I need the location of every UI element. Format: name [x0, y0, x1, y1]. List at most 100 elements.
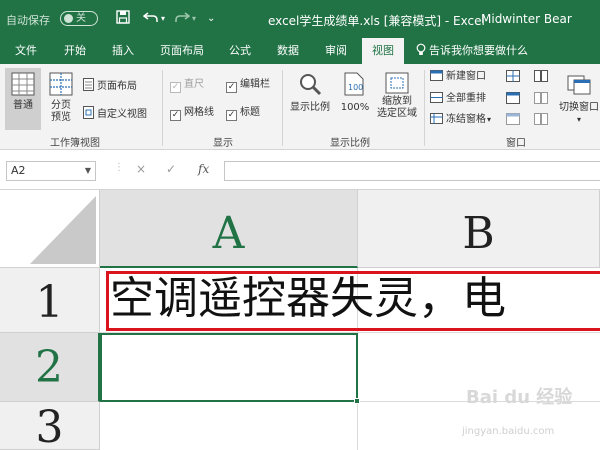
tab-home[interactable]: 开始: [55, 38, 95, 64]
headings-checkbox[interactable]: ✓ 标题: [226, 106, 260, 121]
new-window-label: 新建窗口: [446, 71, 486, 82]
new-window-button[interactable]: 新建窗口: [430, 70, 486, 84]
toggle-knob: [64, 14, 73, 23]
row-header-2[interactable]: 2: [0, 333, 100, 402]
cell-a2-selected[interactable]: [100, 333, 358, 402]
cancel-icon[interactable]: ×: [136, 162, 146, 176]
enter-icon[interactable]: ✓: [166, 162, 176, 176]
custom-views-button[interactable]: 自定义视图: [83, 106, 147, 120]
undo-icon[interactable]: [143, 10, 159, 28]
name-box-dropdown-icon[interactable]: ▼: [85, 162, 91, 180]
page-layout-view-button[interactable]: 页面布局: [83, 78, 137, 92]
select-all-button[interactable]: [0, 190, 100, 268]
autosave-toggle[interactable]: 关: [60, 11, 98, 26]
tab-page-layout[interactable]: 页面布局: [152, 38, 212, 64]
window-title: excel学生成绩单.xls [兼容模式] - Excel: [268, 14, 485, 28]
switch-windows-label: 切换窗口: [559, 102, 599, 113]
reset-position-icon[interactable]: [534, 113, 548, 125]
baidu-watermark: Bai du 经验: [466, 387, 573, 408]
view-side-by-side-icon[interactable]: [534, 70, 548, 82]
autosave-state: 关: [76, 13, 86, 24]
group-separator: [424, 70, 425, 146]
gridlines-checkbox[interactable]: ✓ 网格线: [170, 106, 214, 121]
tab-formulas[interactable]: 公式: [220, 38, 260, 64]
gridlines-label: 网格线: [184, 107, 214, 118]
headings-label: 标题: [240, 107, 260, 118]
title-bar: 自动保存 关 ▾ ▾ ⌄ excel学生成绩单.xls [兼容模式] - Exc…: [0, 0, 600, 38]
formula-bar: A2 ▼ ⋮ × ✓ fx: [0, 150, 600, 190]
arrange-all-icon: [430, 92, 443, 103]
column-header-a[interactable]: A: [100, 190, 358, 268]
zoom-button[interactable]: 显示比例: [287, 68, 333, 130]
group-separator: [162, 70, 163, 146]
custom-views-label: 自定义视图: [97, 109, 147, 120]
zoom-selection-icon: [385, 72, 409, 94]
tab-review[interactable]: 审阅: [316, 38, 356, 64]
watermark-url: jingyan.baidu.com: [462, 426, 555, 437]
column-header-b[interactable]: B: [358, 190, 600, 268]
switch-windows-icon: [567, 72, 591, 96]
zoom-to-selection-button[interactable]: 缩放到 选定区域: [373, 68, 421, 130]
page-layout-label: 页面布局: [97, 81, 137, 92]
ribbon-view: 普通 分页 预览 页面布局 自定义视图 工作簿视图 ✓ 直尺 ✓ 编辑栏 ✓ 网格线 …: [0, 64, 600, 150]
zoom-selection-label-2: 选定区域: [377, 108, 417, 119]
ruler-check-icon: ✓: [170, 82, 181, 93]
svg-text:100: 100: [348, 83, 363, 92]
page-break-label-1: 分页: [51, 100, 71, 111]
workbook-views-group-label: 工作簿视图: [50, 138, 100, 149]
tab-view[interactable]: 视图: [362, 38, 404, 64]
arrange-all-button[interactable]: 全部重排: [430, 92, 486, 106]
freeze-dropdown-icon: ▾: [487, 115, 492, 124]
formula-bar-checkbox[interactable]: ✓ 编辑栏: [226, 78, 270, 93]
sync-scroll-icon[interactable]: [534, 92, 548, 104]
headings-check-icon: ✓: [226, 110, 237, 121]
row-header-1[interactable]: 1: [0, 268, 100, 333]
lightbulb-icon: [416, 43, 426, 56]
undo-dropdown-icon[interactable]: ▾: [161, 10, 165, 28]
tab-data[interactable]: 数据: [268, 38, 308, 64]
tab-file[interactable]: 文件: [6, 38, 46, 64]
formula-input[interactable]: [224, 161, 600, 181]
zoom-100-icon: 100: [343, 72, 367, 96]
save-icon[interactable]: [116, 10, 130, 28]
freeze-panes-label: 冻结窗格: [446, 114, 486, 125]
tell-me-search[interactable]: 告诉我你想要做什么: [416, 38, 528, 64]
excel-window: 自动保存 关 ▾ ▾ ⌄ excel学生成绩单.xls [兼容模式] - Exc…: [0, 0, 600, 450]
hide-window-icon[interactable]: [506, 92, 520, 104]
user-name[interactable]: Midwinter Bear: [481, 12, 572, 26]
ribbon-tabs: 文件 开始 插入 页面布局 公式 数据 审阅 视图 告诉我你想要做什么: [0, 38, 600, 64]
gridlines-check-icon: ✓: [170, 110, 181, 121]
autosave-label: 自动保存: [6, 14, 50, 27]
ruler-checkbox[interactable]: ✓ 直尺: [170, 78, 204, 93]
freeze-panes-button[interactable]: 冻结窗格▾: [430, 113, 491, 127]
page-break-icon: [49, 72, 73, 96]
worksheet-grid: A B 1 2 3 空调遥控器失灵，电: [0, 190, 600, 450]
highlight-box: [106, 271, 600, 331]
redo-icon[interactable]: [174, 10, 190, 28]
tell-me-label: 告诉我你想要做什么: [429, 44, 528, 57]
customize-qat-icon[interactable]: ⌄: [207, 10, 215, 28]
normal-view-icon: [11, 72, 35, 96]
normal-view-button[interactable]: 普通: [5, 68, 41, 130]
zoom-100-button[interactable]: 100 100%: [337, 68, 373, 130]
switch-windows-button[interactable]: 切换窗口 ▾: [556, 68, 600, 130]
redo-dropdown-icon[interactable]: ▾: [192, 10, 196, 28]
zoom-label: 显示比例: [290, 102, 330, 113]
page-break-preview-button[interactable]: 分页 预览: [43, 68, 79, 130]
zoom-selection-label-1: 缩放到: [382, 96, 412, 107]
split-icon[interactable]: [506, 70, 520, 82]
normal-view-label: 普通: [13, 100, 33, 111]
freeze-panes-icon: [430, 113, 443, 124]
formula-bar-check-icon: ✓: [226, 82, 237, 93]
formula-bar-label: 编辑栏: [240, 79, 270, 90]
arrange-all-label: 全部重排: [446, 93, 486, 104]
show-group-label: 显示: [213, 138, 233, 149]
group-separator: [282, 70, 283, 146]
name-box[interactable]: A2 ▼: [6, 161, 96, 181]
page-break-label-2: 预览: [51, 112, 71, 123]
zoom-group-label: 显示比例: [330, 138, 370, 149]
tab-insert[interactable]: 插入: [103, 38, 143, 64]
unhide-window-icon[interactable]: [506, 113, 520, 125]
row-header-3[interactable]: 3: [0, 402, 100, 450]
insert-function-icon[interactable]: fx: [198, 162, 209, 176]
